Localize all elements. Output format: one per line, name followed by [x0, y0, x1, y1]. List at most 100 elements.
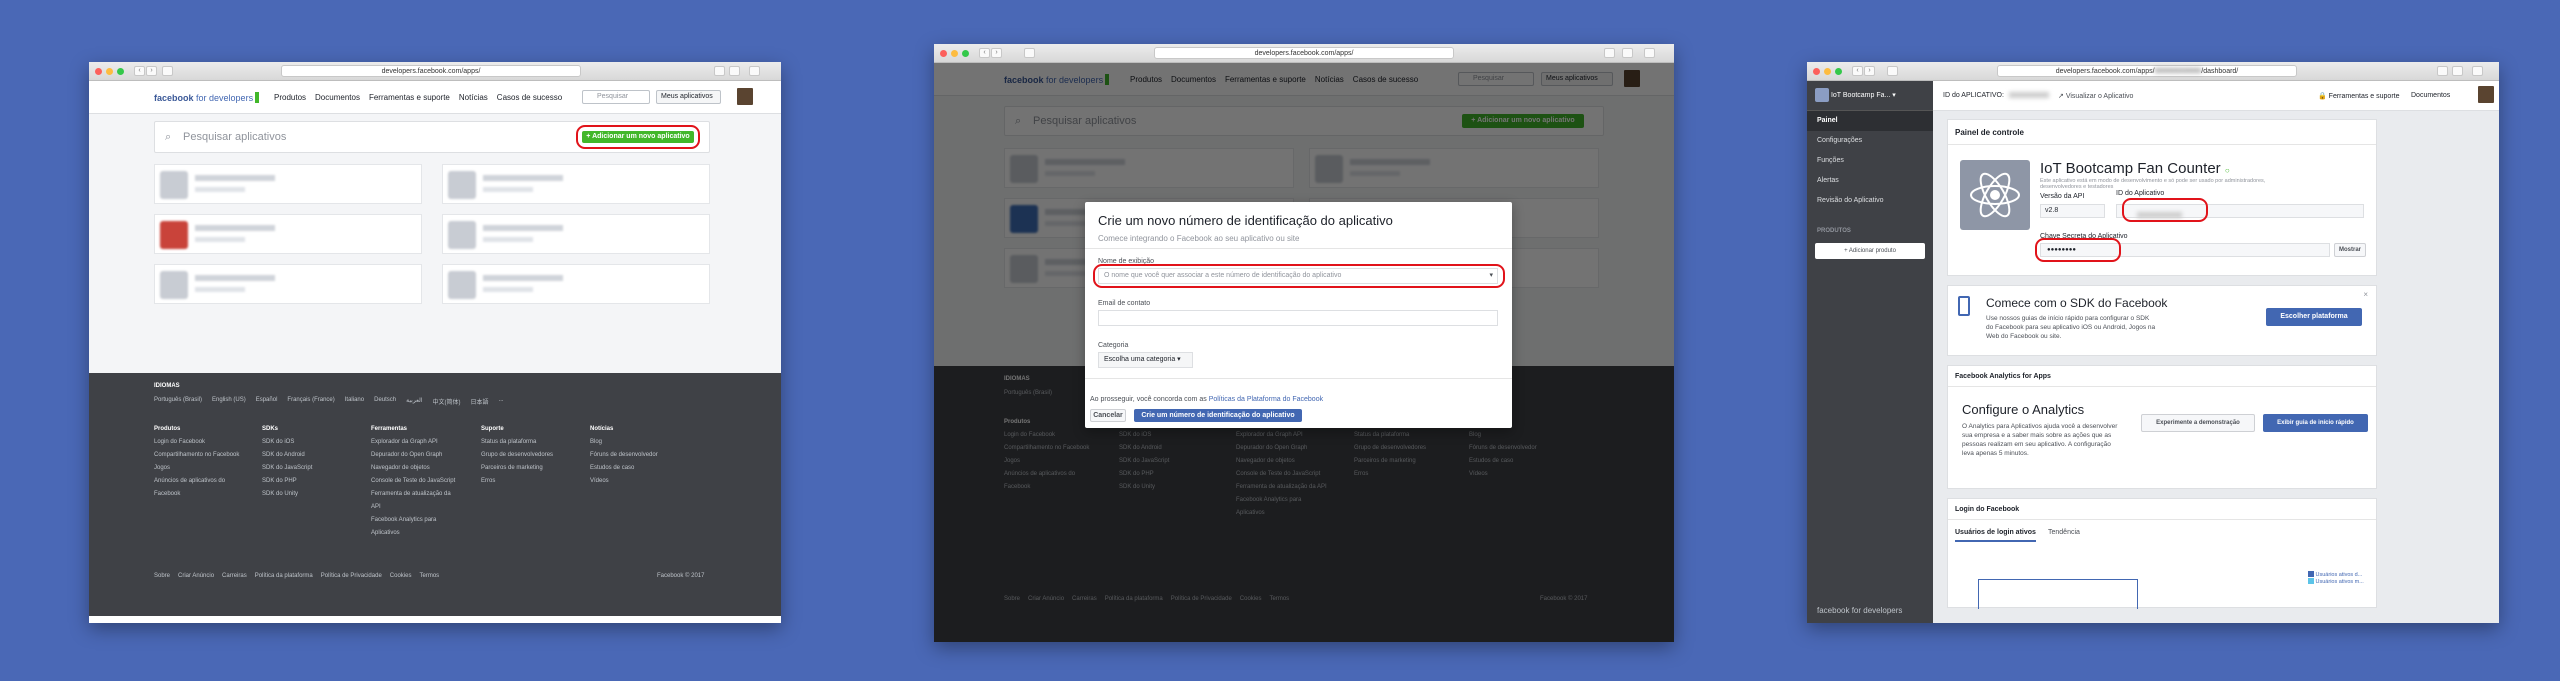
- footer-bottom-link[interactable]: Sobre: [154, 573, 170, 579]
- footer-bottom-link[interactable]: Cookies: [390, 573, 412, 579]
- footer-link[interactable]: SDK do iOS: [262, 436, 352, 449]
- sidebar-icon[interactable]: [162, 66, 173, 76]
- fb-developers-logo[interactable]: facebook for developers: [154, 92, 260, 103]
- zoom-window-button[interactable]: [1835, 68, 1842, 75]
- language-link[interactable]: 中文(简体): [433, 397, 461, 406]
- back-icon[interactable]: ‹: [979, 48, 990, 58]
- view-quickstart-button[interactable]: Exibir guia de início rápido: [2263, 414, 2368, 432]
- footer-link[interactable]: Fóruns de desenvolvedor: [590, 449, 680, 462]
- try-demo-button[interactable]: Experimente a demonstração: [2141, 414, 2255, 432]
- footer-link[interactable]: Anúncios de aplicativos do Facebook: [154, 475, 244, 501]
- sidebar-item-alertas[interactable]: Alertas: [1807, 171, 1933, 191]
- app-card[interactable]: [442, 214, 710, 254]
- footer-link[interactable]: Status da plataforma: [481, 436, 571, 449]
- language-link[interactable]: English (US): [212, 397, 246, 406]
- category-select[interactable]: Escolha uma categoria ▾: [1098, 352, 1193, 368]
- sidebar-icon[interactable]: [1024, 48, 1035, 58]
- footer-link[interactable]: SDK do JavaScript: [262, 462, 352, 475]
- docs-link[interactable]: Documentos: [2411, 92, 2450, 99]
- sidebar-icon[interactable]: [1887, 66, 1898, 76]
- footer-link[interactable]: Facebook Analytics para Aplicativos: [371, 514, 456, 540]
- language-link[interactable]: Français (France): [287, 397, 334, 406]
- platform-policy-link[interactable]: Políticas da Plataforma do Facebook: [1209, 396, 1323, 403]
- footer-link[interactable]: Grupo de desenvolvedores: [481, 449, 571, 462]
- app-card[interactable]: [442, 264, 710, 304]
- add-product-button[interactable]: + Adicionar produto: [1815, 243, 1925, 259]
- language-link[interactable]: Português (Brasil): [154, 397, 202, 406]
- more-languages-link[interactable]: ...: [499, 397, 504, 406]
- create-app-id-button[interactable]: Crie um número de identificação do aplic…: [1134, 409, 1302, 422]
- nav-noticias[interactable]: Notícias: [459, 93, 488, 102]
- forward-icon[interactable]: ›: [146, 66, 157, 76]
- email-input[interactable]: [1098, 310, 1498, 326]
- footer-link[interactable]: SDK do Android: [262, 449, 352, 462]
- close-window-button[interactable]: [95, 68, 102, 75]
- footer-link[interactable]: SDK do Unity: [262, 488, 352, 501]
- forward-icon[interactable]: ›: [1864, 66, 1875, 76]
- forward-icon[interactable]: ›: [991, 48, 1002, 58]
- address-bar[interactable]: developers.facebook.com/apps/: [281, 65, 581, 77]
- footer-link[interactable]: Ferramenta de atualização da API: [371, 488, 456, 514]
- show-secret-button[interactable]: Mostrar: [2334, 243, 2366, 257]
- address-bar[interactable]: developers.facebook.com/apps/00000000000…: [1997, 65, 2297, 77]
- nav-produtos[interactable]: Produtos: [274, 93, 306, 102]
- footer-link[interactable]: Blog: [590, 436, 680, 449]
- sidebar-item-painel[interactable]: Painel: [1807, 111, 1933, 131]
- language-link[interactable]: 日本語: [471, 397, 489, 406]
- share-icon[interactable]: [1604, 48, 1615, 58]
- app-card[interactable]: [154, 214, 422, 254]
- footer-link[interactable]: Erros: [481, 475, 571, 488]
- new-tab-icon[interactable]: [1644, 48, 1655, 58]
- footer-link[interactable]: SDK do PHP: [262, 475, 352, 488]
- tabs-icon[interactable]: [2452, 66, 2463, 76]
- sidebar-item-revisao[interactable]: Revisão do Aplicativo: [1807, 191, 1933, 211]
- footer-bottom-link[interactable]: Criar Anúncio: [178, 573, 214, 579]
- zoom-window-button[interactable]: [962, 50, 969, 57]
- footer-link[interactable]: Compartilhamento no Facebook: [154, 449, 244, 462]
- nav-documentos[interactable]: Documentos: [315, 93, 360, 102]
- tab-trend[interactable]: Tendência: [2048, 529, 2080, 536]
- tabs-icon[interactable]: [729, 66, 740, 76]
- footer-bottom-link[interactable]: Política de Privacidade: [321, 573, 382, 579]
- minimize-window-button[interactable]: [106, 68, 113, 75]
- avatar[interactable]: [737, 88, 753, 105]
- app-card[interactable]: [154, 264, 422, 304]
- footer-link[interactable]: Parceiros de marketing: [481, 462, 571, 475]
- view-app-link[interactable]: ↗ Visualizar o Aplicativo: [2058, 92, 2133, 100]
- footer-link[interactable]: Depurador do Open Graph: [371, 449, 456, 462]
- legend-item[interactable]: Usuários ativos d...: [2308, 571, 2364, 578]
- minimize-window-button[interactable]: [1824, 68, 1831, 75]
- new-tab-icon[interactable]: [749, 66, 760, 76]
- sidebar-item-funcoes[interactable]: Funções: [1807, 151, 1933, 171]
- choose-platform-button[interactable]: Escolher plataforma: [2266, 308, 2362, 326]
- legend-item[interactable]: Usuários ativos m...: [2308, 578, 2364, 585]
- footer-bottom-link[interactable]: Política da plataforma: [255, 573, 313, 579]
- footer-link[interactable]: Console de Teste do JavaScript: [371, 475, 456, 488]
- tools-link[interactable]: 🔒 Ferramentas e suporte: [2318, 92, 2399, 100]
- language-link[interactable]: العربية: [406, 397, 422, 406]
- footer-link[interactable]: Explorador da Graph API: [371, 436, 456, 449]
- address-bar[interactable]: developers.facebook.com/apps/: [1154, 47, 1454, 59]
- nav-ferramentas[interactable]: Ferramentas e suporte: [369, 93, 450, 102]
- app-card[interactable]: [442, 164, 710, 204]
- footer-link[interactable]: Vídeos: [590, 475, 680, 488]
- back-icon[interactable]: ‹: [1852, 66, 1863, 76]
- tabs-icon[interactable]: [1622, 48, 1633, 58]
- footer-bottom-link[interactable]: Termos: [419, 573, 439, 579]
- new-tab-icon[interactable]: [2472, 66, 2483, 76]
- my-apps-dropdown[interactable]: Meus aplicativos: [656, 90, 721, 104]
- zoom-window-button[interactable]: [117, 68, 124, 75]
- nav-casos[interactable]: Casos de sucesso: [497, 93, 562, 102]
- back-icon[interactable]: ‹: [134, 66, 145, 76]
- search-input[interactable]: Pesquisar: [582, 90, 650, 104]
- language-link[interactable]: Español: [256, 397, 278, 406]
- app-card[interactable]: [154, 164, 422, 204]
- tab-active-users[interactable]: Usuários de login ativos: [1955, 529, 2036, 542]
- footer-link[interactable]: Navegador de objetos: [371, 462, 456, 475]
- minimize-window-button[interactable]: [951, 50, 958, 57]
- app-switcher[interactable]: IoT Bootcamp Fa... ▾: [1831, 92, 1896, 99]
- language-link[interactable]: Deutsch: [374, 397, 396, 406]
- footer-link[interactable]: Login do Facebook: [154, 436, 244, 449]
- close-icon[interactable]: ×: [2363, 290, 2368, 299]
- footer-link[interactable]: Jogos: [154, 462, 244, 475]
